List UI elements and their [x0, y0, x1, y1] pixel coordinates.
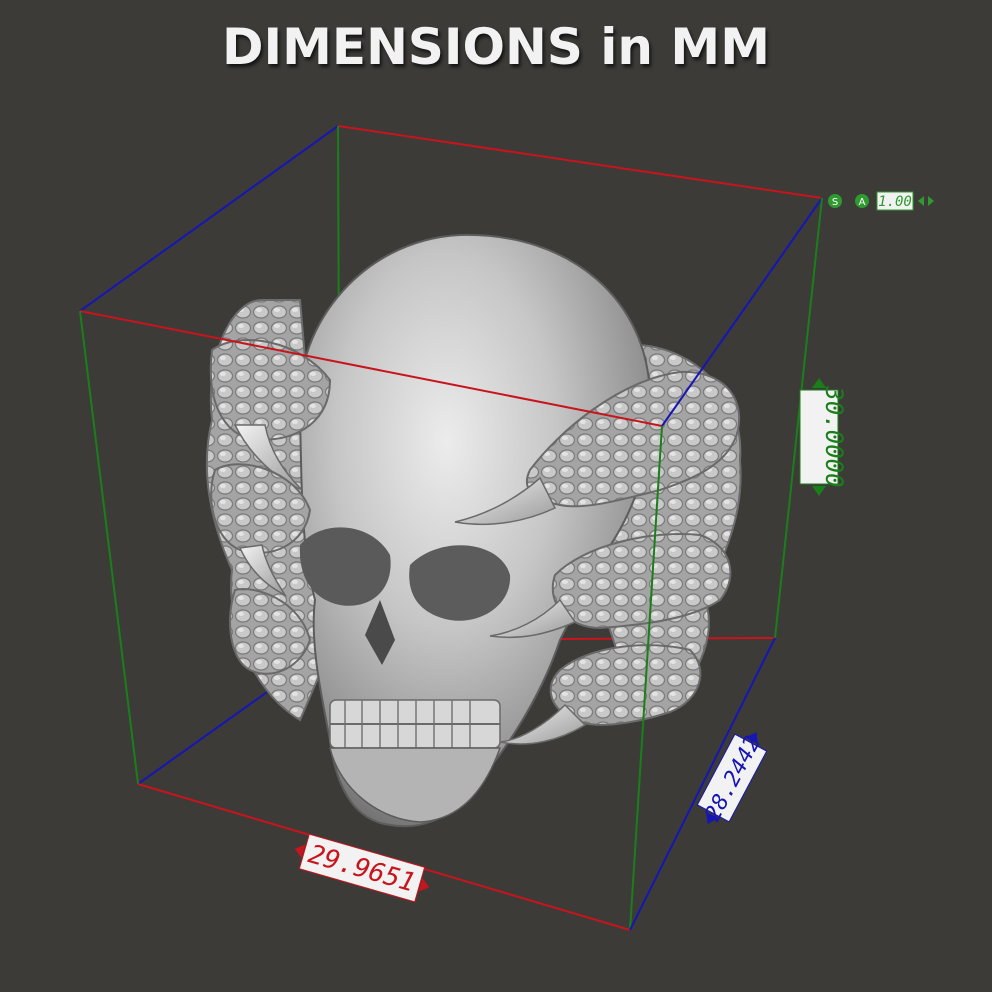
width-value: 29.9651: [305, 839, 419, 898]
teeth: [329, 699, 501, 749]
3d-viewport[interactable]: S A 1.00 30.0000 28.2442 29.9651: [0, 0, 992, 992]
box-edge: [79, 310, 139, 785]
height-dimension-label[interactable]: 30.0000: [799, 378, 848, 496]
box-edge: [661, 197, 823, 427]
depth-dimension-label[interactable]: 28.2442: [692, 724, 773, 833]
box-edge: [337, 125, 823, 199]
scale-decrease-arrow-icon[interactable]: [918, 196, 924, 206]
scale-increase-arrow-icon[interactable]: [928, 196, 934, 206]
scale-widget[interactable]: S A 1.00: [828, 191, 934, 211]
scale-value-text: 1.00: [878, 194, 912, 210]
box-edge: [79, 125, 339, 312]
a-toggle-label: A: [859, 197, 866, 208]
width-dimension-label[interactable]: 29.9651: [290, 831, 434, 904]
height-value: 30.0000: [820, 385, 848, 487]
skull-claw-model[interactable]: [205, 233, 742, 828]
s-toggle-label: S: [832, 197, 838, 208]
